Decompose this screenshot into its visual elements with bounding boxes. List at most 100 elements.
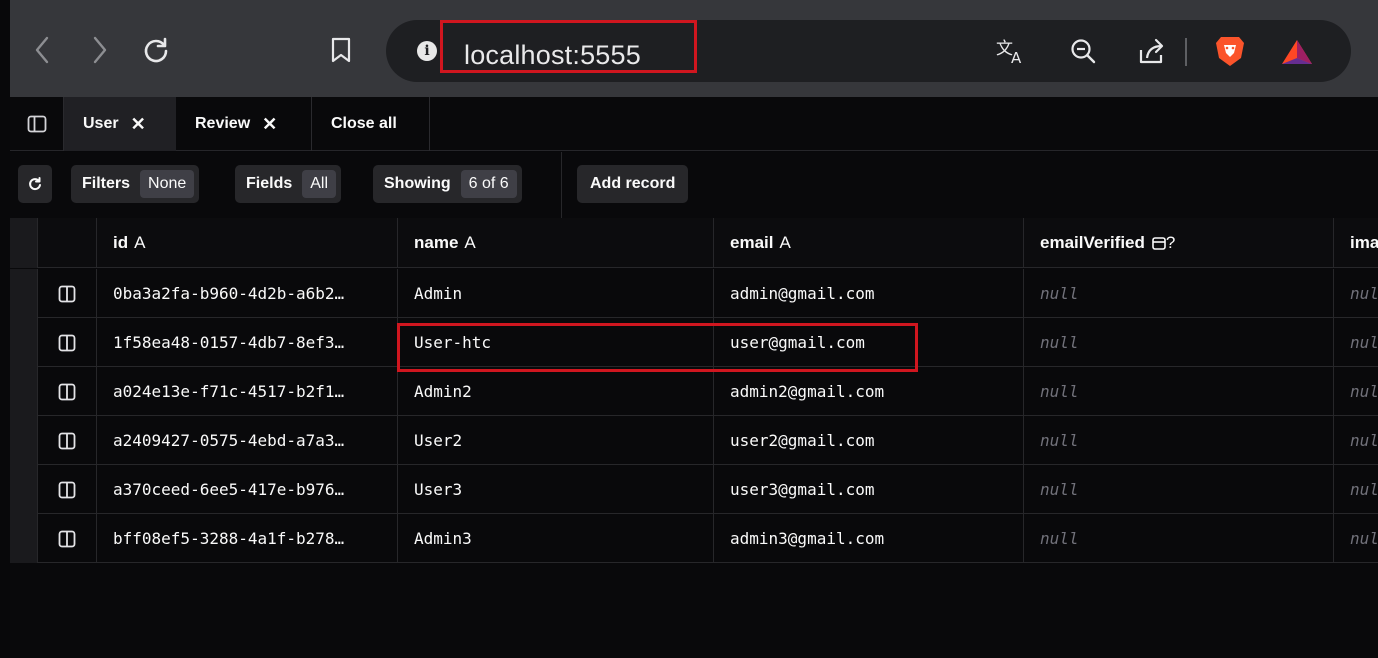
records-toolbar: Filters None Fields All Showing 6 of 6 A… [10, 152, 1378, 218]
tab-label: Review [195, 115, 251, 132]
row-select-checkbox[interactable] [10, 465, 38, 514]
cell-email[interactable]: admin2@gmail.com [714, 367, 1024, 416]
bookmark-icon [331, 37, 351, 63]
row-expand-button[interactable] [38, 367, 97, 416]
cell-image[interactable]: nul [1334, 367, 1378, 416]
table-row[interactable]: a2409427-0575-4ebd-a7a3… User2 user2@gmail… [10, 416, 1378, 465]
column-header-id[interactable]: id A [97, 218, 398, 268]
cell-image[interactable]: nul [1334, 318, 1378, 367]
cell-emailverified[interactable]: null [1024, 465, 1334, 514]
cell-image[interactable]: nul [1334, 514, 1378, 563]
reload-button[interactable] [136, 30, 176, 70]
toolbar-divider [561, 152, 562, 218]
close-icon[interactable]: ✕ [262, 114, 277, 135]
cell-emailverified[interactable]: null [1024, 367, 1334, 416]
back-button[interactable] [22, 30, 62, 70]
tab-label: User [83, 115, 119, 132]
info-icon[interactable]: i [417, 41, 437, 61]
select-all-checkbox[interactable] [10, 218, 38, 268]
sidebar-toggle-button[interactable] [10, 97, 63, 151]
sidebar-icon [27, 115, 46, 133]
row-select-checkbox[interactable] [10, 367, 38, 416]
cell-name[interactable]: User2 [398, 416, 714, 465]
cell-email[interactable]: user2@gmail.com [714, 416, 1024, 465]
row-select-checkbox[interactable] [10, 514, 38, 563]
cell-id[interactable]: a024e13e-f71c-4517-b2f1… [97, 367, 398, 416]
cell-name[interactable]: Admin2 [398, 367, 714, 416]
expand-row-icon [58, 383, 76, 400]
row-expand-button[interactable] [38, 514, 97, 563]
cell-image[interactable]: nul [1334, 465, 1378, 514]
brave-shields-icon[interactable] [1214, 34, 1246, 73]
chevron-left-icon [35, 36, 49, 64]
column-header-image[interactable]: imag [1334, 218, 1378, 268]
cell-id[interactable]: a370ceed-6ee5-417e-b976… [97, 465, 398, 514]
brave-rewards-icon[interactable] [1281, 39, 1313, 70]
fields-label: Fields [246, 175, 293, 192]
zoom-out-icon[interactable] [1069, 37, 1097, 70]
bookmark-button[interactable] [321, 30, 361, 70]
filters-label: Filters [82, 175, 131, 192]
add-record-label: Add record [590, 175, 676, 192]
row-expand-button[interactable] [38, 269, 97, 318]
cell-image[interactable]: nul [1334, 269, 1378, 318]
cell-id[interactable]: 1f58ea48-0157-4db7-8ef3… [97, 318, 398, 367]
cell-id[interactable]: bff08ef5-3288-4a1f-b278… [97, 514, 398, 563]
tab-user[interactable]: User ✕ [64, 97, 176, 151]
share-icon[interactable] [1137, 36, 1167, 71]
cell-emailverified[interactable]: null [1024, 318, 1334, 367]
cell-id[interactable]: 0ba3a2fa-b960-4d2b-a6b2… [97, 269, 398, 318]
column-name: emailVerified [1040, 233, 1145, 252]
column-type: ? [1165, 233, 1176, 252]
cell-name[interactable]: User3 [398, 465, 714, 514]
cell-email[interactable]: user3@gmail.com [714, 465, 1024, 514]
column-header-email[interactable]: email A [714, 218, 1024, 268]
close-all-button[interactable]: Close all [312, 97, 430, 151]
cell-email[interactable]: admin3@gmail.com [714, 514, 1024, 563]
row-select-checkbox[interactable] [10, 318, 38, 367]
forward-button[interactable] [80, 30, 120, 70]
filters-button[interactable]: Filters None [71, 165, 200, 203]
cell-emailverified[interactable]: null [1024, 514, 1334, 563]
cell-name[interactable]: Admin3 [398, 514, 714, 563]
calendar-icon [1152, 237, 1166, 250]
cell-email[interactable]: admin@gmail.com [714, 269, 1024, 318]
expand-row-icon [58, 432, 76, 449]
refresh-button[interactable] [18, 165, 52, 203]
row-select-checkbox[interactable] [10, 416, 38, 465]
cell-emailverified[interactable]: null [1024, 269, 1334, 318]
header-spacer [38, 218, 97, 268]
column-header-name[interactable]: name A [398, 218, 714, 268]
column-name: name [414, 233, 459, 252]
cell-emailverified[interactable]: null [1024, 416, 1334, 465]
showing-label: Showing [384, 175, 451, 192]
row-expand-button[interactable] [38, 416, 97, 465]
table-row[interactable]: 0ba3a2fa-b960-4d2b-a6b2… Admin admin@gmail… [10, 269, 1378, 318]
toolbar-divider [1185, 38, 1187, 66]
cell-name[interactable]: Admin [398, 269, 714, 318]
translate-icon[interactable]: 文 A [996, 37, 1026, 70]
row-expand-button[interactable] [38, 465, 97, 514]
fields-button[interactable]: Fields All [235, 165, 342, 203]
pagination-button[interactable]: Showing 6 of 6 [373, 165, 522, 203]
close-icon[interactable]: ✕ [131, 114, 146, 135]
column-type: A [134, 233, 146, 252]
tab-review[interactable]: Review ✕ [176, 97, 311, 151]
column-header-emailverified[interactable]: emailVerified ? [1024, 218, 1334, 268]
row-expand-button[interactable] [38, 318, 97, 367]
reload-icon [144, 37, 168, 63]
cell-id[interactable]: a2409427-0575-4ebd-a7a3… [97, 416, 398, 465]
column-name: id [113, 233, 129, 252]
add-record-button[interactable]: Add record [577, 165, 689, 203]
url-text[interactable]: localhost:5555 [464, 40, 641, 71]
table-row[interactable]: a024e13e-f71c-4517-b2f1… Admin2 admin2@gma… [10, 367, 1378, 416]
tab-divider [429, 97, 430, 151]
refresh-icon [29, 177, 41, 191]
cell-image[interactable]: nul [1334, 416, 1378, 465]
row-highlight-box [397, 323, 918, 372]
table-row[interactable]: bff08ef5-3288-4a1f-b278… Admin3 admin3@gma… [10, 514, 1378, 563]
browser-toolbar: i 文 A [10, 0, 1378, 97]
row-select-checkbox[interactable] [10, 269, 38, 318]
table-row[interactable]: a370ceed-6ee5-417e-b976… User3 user3@gmail… [10, 465, 1378, 514]
expand-row-icon [58, 285, 76, 302]
